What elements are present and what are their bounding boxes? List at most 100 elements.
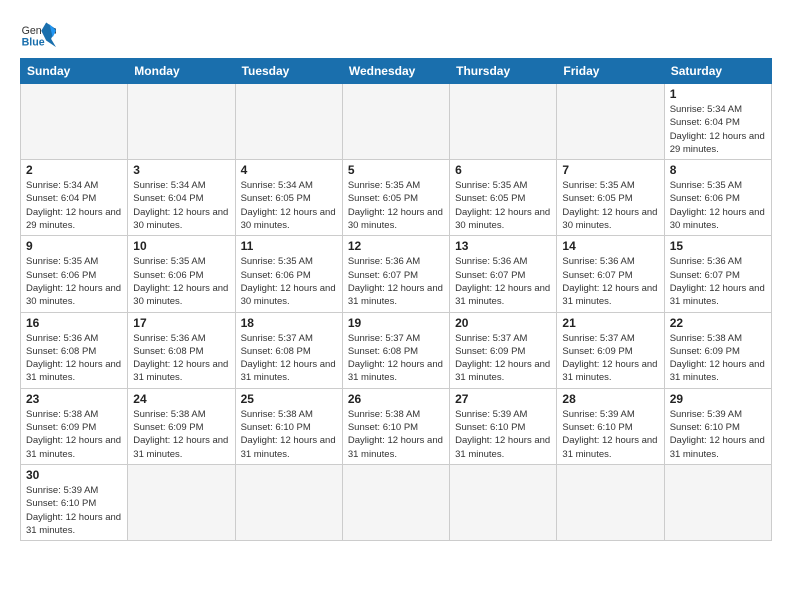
day-number: 5 xyxy=(348,163,444,177)
logo: General Blue xyxy=(20,16,58,52)
day-number: 25 xyxy=(241,392,337,406)
calendar-cell: 28 Sunrise: 5:39 AM Sunset: 6:10 PM Dayli… xyxy=(557,388,664,464)
calendar-cell: 26Sunrise: 5:38 AM Sunset: 6:10 PM Dayli… xyxy=(342,388,449,464)
day-number: 3 xyxy=(133,163,229,177)
day-header-thursday: Thursday xyxy=(450,59,557,84)
calendar-table: SundayMondayTuesdayWednesdayThursdayFrid… xyxy=(20,58,772,541)
calendar-cell: 2 Sunrise: 5:34 AM Sunset: 6:04 PM Daylig… xyxy=(21,160,128,236)
day-header-wednesday: Wednesday xyxy=(342,59,449,84)
day-number: 19 xyxy=(348,316,444,330)
day-info: Sunrise: 5:35 AM Sunset: 6:06 PM Dayligh… xyxy=(133,255,229,308)
day-number: 21 xyxy=(562,316,658,330)
day-info: Sunrise: 5:35 AM Sunset: 6:05 PM Dayligh… xyxy=(348,179,444,232)
calendar-cell: 8Sunrise: 5:35 AM Sunset: 6:06 PM Daylig… xyxy=(664,160,771,236)
day-number: 23 xyxy=(26,392,122,406)
day-info: Sunrise: 5:36 AM Sunset: 6:07 PM Dayligh… xyxy=(670,255,766,308)
day-header-sunday: Sunday xyxy=(21,59,128,84)
calendar-cell: 29 Sunrise: 5:39 AM Sunset: 6:10 PM Dayli… xyxy=(664,388,771,464)
calendar-cell xyxy=(450,464,557,540)
day-info: Sunrise: 5:34 AM Sunset: 6:05 PM Dayligh… xyxy=(241,179,337,232)
day-info: Sunrise: 5:37 AM Sunset: 6:09 PM Dayligh… xyxy=(455,332,551,385)
day-number: 15 xyxy=(670,239,766,253)
day-number: 20 xyxy=(455,316,551,330)
calendar-cell xyxy=(128,84,235,160)
calendar-cell: 19 Sunrise: 5:37 AM Sunset: 6:08 PM Dayli… xyxy=(342,312,449,388)
day-number: 7 xyxy=(562,163,658,177)
day-number: 1 xyxy=(670,87,766,101)
calendar-cell: 4 Sunrise: 5:34 AM Sunset: 6:05 PM Daylig… xyxy=(235,160,342,236)
day-number: 17 xyxy=(133,316,229,330)
day-number: 16 xyxy=(26,316,122,330)
day-header-friday: Friday xyxy=(557,59,664,84)
week-row-6: 30 Sunrise: 5:39 AM Sunset: 6:10 PM Dayli… xyxy=(21,464,772,540)
calendar-cell: 21 Sunrise: 5:37 AM Sunset: 6:09 PM Dayli… xyxy=(557,312,664,388)
day-info: Sunrise: 5:37 AM Sunset: 6:08 PM Dayligh… xyxy=(241,332,337,385)
day-number: 11 xyxy=(241,239,337,253)
day-info: Sunrise: 5:37 AM Sunset: 6:09 PM Dayligh… xyxy=(562,332,658,385)
day-info: Sunrise: 5:34 AM Sunset: 6:04 PM Dayligh… xyxy=(670,103,766,156)
day-info: Sunrise: 5:36 AM Sunset: 6:07 PM Dayligh… xyxy=(348,255,444,308)
calendar-cell xyxy=(342,464,449,540)
day-number: 10 xyxy=(133,239,229,253)
day-info: Sunrise: 5:36 AM Sunset: 6:08 PM Dayligh… xyxy=(133,332,229,385)
calendar-cell: 24 Sunrise: 5:38 AM Sunset: 6:09 PM Dayli… xyxy=(128,388,235,464)
calendar-cell: 9Sunrise: 5:35 AM Sunset: 6:06 PM Daylig… xyxy=(21,236,128,312)
day-info: Sunrise: 5:37 AM Sunset: 6:08 PM Dayligh… xyxy=(348,332,444,385)
calendar-cell: 5 Sunrise: 5:35 AM Sunset: 6:05 PM Daylig… xyxy=(342,160,449,236)
day-number: 13 xyxy=(455,239,551,253)
calendar-cell: 6 Sunrise: 5:35 AM Sunset: 6:05 PM Daylig… xyxy=(450,160,557,236)
day-info: Sunrise: 5:38 AM Sunset: 6:09 PM Dayligh… xyxy=(26,408,122,461)
day-info: Sunrise: 5:34 AM Sunset: 6:04 PM Dayligh… xyxy=(133,179,229,232)
day-info: Sunrise: 5:35 AM Sunset: 6:06 PM Dayligh… xyxy=(241,255,337,308)
day-header-saturday: Saturday xyxy=(664,59,771,84)
day-number: 29 xyxy=(670,392,766,406)
day-info: Sunrise: 5:36 AM Sunset: 6:08 PM Dayligh… xyxy=(26,332,122,385)
calendar-cell xyxy=(557,84,664,160)
day-info: Sunrise: 5:39 AM Sunset: 6:10 PM Dayligh… xyxy=(670,408,766,461)
calendar-cell xyxy=(342,84,449,160)
day-number: 24 xyxy=(133,392,229,406)
calendar-cell: 18 Sunrise: 5:37 AM Sunset: 6:08 PM Dayli… xyxy=(235,312,342,388)
calendar-cell: 3 Sunrise: 5:34 AM Sunset: 6:04 PM Daylig… xyxy=(128,160,235,236)
day-info: Sunrise: 5:36 AM Sunset: 6:07 PM Dayligh… xyxy=(455,255,551,308)
day-number: 8 xyxy=(670,163,766,177)
calendar-cell: 17 Sunrise: 5:36 AM Sunset: 6:08 PM Dayli… xyxy=(128,312,235,388)
calendar-cell xyxy=(21,84,128,160)
calendar-header-row: SundayMondayTuesdayWednesdayThursdayFrid… xyxy=(21,59,772,84)
day-info: Sunrise: 5:39 AM Sunset: 6:10 PM Dayligh… xyxy=(26,484,122,537)
day-info: Sunrise: 5:38 AM Sunset: 6:09 PM Dayligh… xyxy=(133,408,229,461)
calendar-cell xyxy=(557,464,664,540)
day-number: 18 xyxy=(241,316,337,330)
day-number: 12 xyxy=(348,239,444,253)
calendar-cell: 20 Sunrise: 5:37 AM Sunset: 6:09 PM Dayli… xyxy=(450,312,557,388)
day-header-monday: Monday xyxy=(128,59,235,84)
day-number: 28 xyxy=(562,392,658,406)
calendar-cell xyxy=(128,464,235,540)
day-number: 30 xyxy=(26,468,122,482)
day-info: Sunrise: 5:34 AM Sunset: 6:04 PM Dayligh… xyxy=(26,179,122,232)
day-number: 9 xyxy=(26,239,122,253)
day-info: Sunrise: 5:39 AM Sunset: 6:10 PM Dayligh… xyxy=(562,408,658,461)
calendar-cell: 10 Sunrise: 5:35 AM Sunset: 6:06 PM Dayli… xyxy=(128,236,235,312)
calendar-cell: 15 Sunrise: 5:36 AM Sunset: 6:07 PM Dayli… xyxy=(664,236,771,312)
day-number: 6 xyxy=(455,163,551,177)
day-number: 22 xyxy=(670,316,766,330)
day-number: 2 xyxy=(26,163,122,177)
week-row-2: 2 Sunrise: 5:34 AM Sunset: 6:04 PM Daylig… xyxy=(21,160,772,236)
calendar-cell: 22Sunrise: 5:38 AM Sunset: 6:09 PM Dayli… xyxy=(664,312,771,388)
day-info: Sunrise: 5:38 AM Sunset: 6:10 PM Dayligh… xyxy=(241,408,337,461)
week-row-5: 23 Sunrise: 5:38 AM Sunset: 6:09 PM Dayli… xyxy=(21,388,772,464)
calendar-cell xyxy=(235,464,342,540)
calendar-cell xyxy=(664,464,771,540)
week-row-3: 9 Sunrise: 5:35 AM Sunset: 6:06 PM Daylig… xyxy=(21,236,772,312)
svg-text:Blue: Blue xyxy=(22,36,45,48)
header: General Blue xyxy=(20,16,772,52)
calendar-cell xyxy=(235,84,342,160)
day-header-tuesday: Tuesday xyxy=(235,59,342,84)
day-number: 27 xyxy=(455,392,551,406)
logo-icon: General Blue xyxy=(20,16,56,52)
day-info: Sunrise: 5:35 AM Sunset: 6:05 PM Dayligh… xyxy=(455,179,551,232)
day-number: 4 xyxy=(241,163,337,177)
calendar-cell: 7Sunrise: 5:35 AM Sunset: 6:05 PM Daylig… xyxy=(557,160,664,236)
calendar-cell: 12 Sunrise: 5:36 AM Sunset: 6:07 PM Dayli… xyxy=(342,236,449,312)
